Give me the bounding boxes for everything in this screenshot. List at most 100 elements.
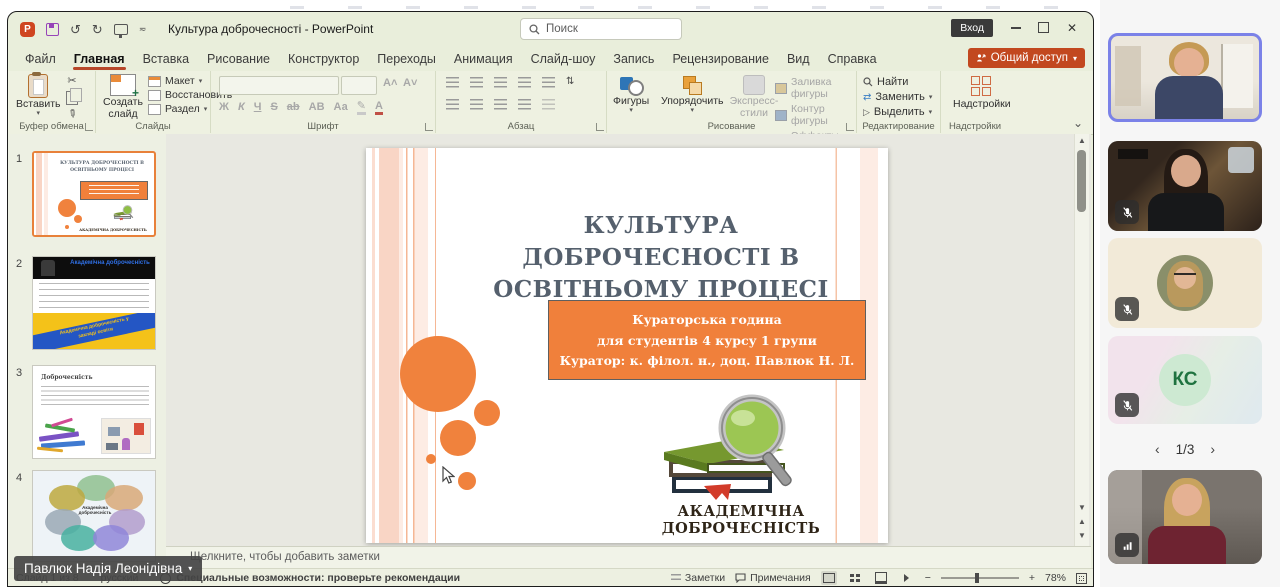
pager-next-icon[interactable]: ›: [1210, 441, 1215, 457]
shapes-button[interactable]: Фигуры ▾: [613, 75, 649, 115]
reading-view-button[interactable]: [873, 571, 889, 585]
grow-font-icon[interactable]: A˄: [383, 77, 397, 89]
decrease-indent-icon[interactable]: [494, 77, 507, 88]
font-size-input[interactable]: [341, 76, 377, 95]
participant-video-3[interactable]: [1108, 238, 1262, 328]
slide-thumbnail-4[interactable]: Академічна доброчесність: [32, 470, 156, 562]
sign-in-button[interactable]: Вход: [951, 19, 993, 37]
start-presentation-icon[interactable]: [114, 24, 128, 35]
font-color-button[interactable]: А: [375, 100, 383, 115]
notes-pane[interactable]: Щелкните, чтобы добавить заметки: [166, 546, 1091, 569]
tab-draw[interactable]: Рисование: [198, 46, 279, 71]
tab-record[interactable]: Запись: [604, 46, 663, 71]
change-case-button[interactable]: Аа: [334, 101, 348, 113]
scrollbar-thumb[interactable]: [1077, 150, 1086, 212]
justify-icon[interactable]: [518, 99, 531, 110]
customize-qat-icon[interactable]: ≂: [139, 25, 147, 34]
align-left-icon[interactable]: [446, 99, 459, 110]
pager-prev-icon[interactable]: ‹: [1155, 441, 1160, 457]
select-button[interactable]: ▷ Выделить ▾: [863, 106, 932, 118]
search-input[interactable]: Поиск: [520, 18, 682, 40]
fit-slide-icon[interactable]: [1076, 573, 1087, 584]
new-slide-button[interactable]: Создать слайд: [100, 74, 146, 120]
scroll-down-icon[interactable]: ▼: [1075, 503, 1089, 512]
replace-button[interactable]: ⇄ Заменить ▾: [863, 91, 932, 103]
notes-toggle[interactable]: Заметки: [671, 572, 725, 584]
slide-caption[interactable]: АКАДЕМІЧНА ДОБРОЧЕСНІСТЬ: [616, 503, 866, 537]
layout-button[interactable]: Макет▾: [148, 75, 202, 87]
slideshow-button[interactable]: [899, 571, 915, 585]
slide-thumbnail-2[interactable]: Академічна доброчесність Академічна добр…: [32, 256, 156, 350]
tab-help[interactable]: Справка: [819, 46, 886, 71]
normal-view-button[interactable]: [821, 571, 837, 585]
arrange-button[interactable]: Упорядочить ▾: [661, 75, 723, 115]
tab-home[interactable]: Главная: [65, 46, 134, 71]
line-spacing-icon[interactable]: [542, 77, 555, 88]
participant-video-1[interactable]: [1108, 33, 1262, 122]
bold-button[interactable]: Ж: [219, 101, 229, 113]
text-direction-icon[interactable]: ⇅: [566, 77, 574, 88]
slide-thumbnail-3[interactable]: Доброчесність: [32, 365, 156, 459]
self-video-tile[interactable]: [1108, 470, 1262, 564]
increase-indent-icon[interactable]: [518, 77, 531, 88]
vertical-scrollbar[interactable]: ▲ ▼ ▲ ▼: [1074, 134, 1089, 546]
zoom-level[interactable]: 78%: [1045, 572, 1066, 584]
tab-review[interactable]: Рецензирование: [663, 46, 778, 71]
tab-file[interactable]: Файл: [16, 46, 65, 71]
tab-insert[interactable]: Вставка: [134, 46, 198, 71]
character-spacing-button[interactable]: АВ: [309, 101, 325, 113]
drawing-dialog-launcher[interactable]: [846, 123, 854, 131]
paste-button[interactable]: Вставить ▾: [16, 74, 61, 118]
tab-slideshow[interactable]: Слайд-шоу: [522, 46, 605, 71]
columns-icon[interactable]: [542, 99, 555, 110]
quick-styles-button[interactable]: Экспресс-стили: [729, 75, 779, 119]
strikethrough-button[interactable]: S: [270, 101, 277, 113]
redo-icon[interactable]: ↻: [92, 23, 103, 36]
font-dialog-launcher[interactable]: [425, 123, 433, 131]
zoom-slider-thumb[interactable]: [975, 573, 979, 583]
books-magnifier-image[interactable]: [648, 386, 798, 504]
format-painter-icon[interactable]: ✎: [65, 107, 79, 121]
zoom-out-icon[interactable]: −: [925, 572, 931, 584]
participant-video-4[interactable]: КС: [1108, 336, 1262, 424]
section-button[interactable]: Раздел▾: [148, 103, 207, 115]
slide-sorter-view-button[interactable]: [847, 571, 863, 585]
shrink-font-icon[interactable]: A˅: [403, 77, 417, 89]
bullets-icon[interactable]: [446, 77, 459, 88]
minimize-icon[interactable]: [1011, 27, 1021, 29]
tab-transitions[interactable]: Переходы: [368, 46, 445, 71]
slide-title[interactable]: КУЛЬТУРА ДОБРОЧЕСНОСТІ В ОСВІТНЬОМУ ПРОЦ…: [461, 210, 861, 307]
share-button[interactable]: Общий доступ ▾: [968, 48, 1085, 68]
save-icon[interactable]: [46, 23, 59, 36]
zoom-slider[interactable]: [941, 577, 1019, 579]
copy-icon[interactable]: [66, 91, 78, 105]
font-name-input[interactable]: [219, 76, 339, 95]
speaker-name-overlay[interactable]: Павлюк Надія Леонідівна ▾: [14, 556, 202, 581]
text-highlight-button[interactable]: ✎: [357, 99, 366, 115]
restore-icon[interactable]: [1038, 22, 1049, 33]
tab-view[interactable]: Вид: [778, 46, 819, 71]
italic-button[interactable]: К: [238, 101, 245, 113]
scroll-up-icon[interactable]: ▲: [1075, 136, 1089, 145]
tab-design[interactable]: Конструктор: [279, 46, 368, 71]
align-right-icon[interactable]: [494, 99, 507, 110]
find-button[interactable]: Найти: [863, 76, 908, 88]
underline-button[interactable]: Ч: [254, 101, 262, 113]
slide-subtitle-box[interactable]: Кураторська година для студентів 4 курсу…: [548, 300, 866, 380]
slide-editing-area[interactable]: КУЛЬТУРА ДОБРОЧЕСНОСТІ В ОСВІТНЬОМУ ПРОЦ…: [366, 148, 888, 543]
align-center-icon[interactable]: [470, 99, 483, 110]
cut-icon[interactable]: ✂: [67, 76, 76, 87]
previous-slide-icon[interactable]: ▲: [1075, 517, 1089, 526]
shape-fill-button[interactable]: Заливка фигуры: [775, 76, 856, 100]
next-slide-icon[interactable]: ▼: [1075, 531, 1089, 540]
clear-formatting-button[interactable]: ab: [287, 101, 300, 113]
zoom-in-icon[interactable]: +: [1029, 572, 1035, 584]
tab-animations[interactable]: Анимация: [445, 46, 522, 71]
slide-canvas[interactable]: КУЛЬТУРА ДОБРОЧЕСНОСТІ В ОСВІТНЬОМУ ПРОЦ…: [166, 134, 1091, 546]
comments-toggle[interactable]: Примечания: [735, 572, 811, 584]
addins-button[interactable]: Надстройки: [953, 76, 1011, 110]
clipboard-dialog-launcher[interactable]: [85, 123, 93, 131]
numbering-icon[interactable]: [470, 77, 483, 88]
collapse-ribbon-icon[interactable]: ⌄: [1073, 116, 1083, 130]
close-icon[interactable]: ✕: [1067, 21, 1077, 35]
